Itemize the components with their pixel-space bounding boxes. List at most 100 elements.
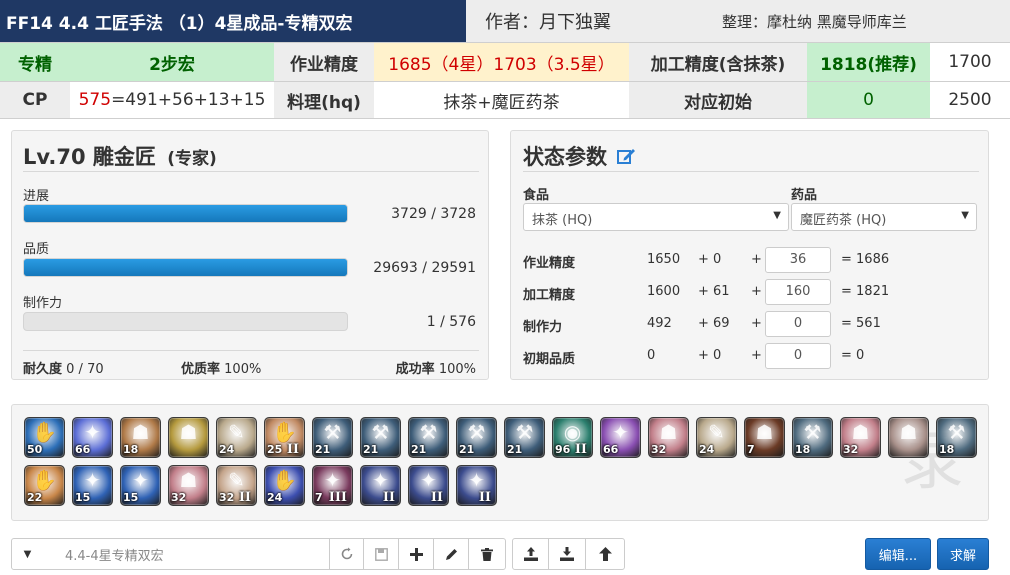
action-3[interactable]: ☗ 18 <box>120 417 161 458</box>
action-icon: ☗ <box>179 420 198 444</box>
action-10[interactable]: ⚒ 21 <box>456 417 497 458</box>
param-input[interactable]: 36 <box>765 247 831 273</box>
action-5[interactable]: ✎ 24 <box>216 417 257 458</box>
action-icon: ◉ <box>563 420 582 444</box>
action-icon: ✋ <box>32 468 57 492</box>
action-icon: ⚒ <box>371 420 390 444</box>
action-icon: ✦ <box>132 468 149 492</box>
cp-breakdown: =491+56+13+15 <box>111 90 266 110</box>
action-30[interactable]: ✦ II <box>456 465 497 506</box>
progress-bar <box>23 204 348 223</box>
action-28[interactable]: ✦ II <box>360 465 401 506</box>
action-19[interactable]: ☗ <box>888 417 929 458</box>
action-17[interactable]: ⚒ 18 <box>792 417 833 458</box>
action-icon: ⚒ <box>515 420 534 444</box>
control-recommended: 1818(推荐) <box>807 43 930 81</box>
edit-button[interactable]: 编辑... <box>865 538 931 570</box>
save-button[interactable] <box>363 538 399 570</box>
param-input[interactable]: 0 <box>765 343 831 369</box>
action-12[interactable]: ◉ 96 II <box>552 417 593 458</box>
action-level: 15 <box>123 491 139 504</box>
caret-down-icon: ▼ <box>773 210 781 221</box>
action-15[interactable]: ✎ 24 <box>696 417 737 458</box>
action-22[interactable]: ✦ 15 <box>72 465 113 506</box>
export-button[interactable] <box>512 538 549 570</box>
action-24[interactable]: ☗ 32 <box>168 465 209 506</box>
import-button[interactable] <box>548 538 586 570</box>
param-label: 加工精度 <box>523 288 576 303</box>
action-tier: II <box>574 442 587 457</box>
action-4[interactable]: ☗ <box>168 417 209 458</box>
add-button[interactable] <box>398 538 434 570</box>
quality-bar-fill <box>24 259 347 276</box>
durability-value: 0 / 70 <box>66 362 104 377</box>
param-input[interactable]: 0 <box>765 311 831 337</box>
action-2[interactable]: ✦ 66 <box>72 417 113 458</box>
action-level: 24 <box>219 443 235 456</box>
action-6[interactable]: ✋ 25 II <box>264 417 305 458</box>
action-7[interactable]: ⚒ 21 <box>312 417 353 458</box>
cp-label: 制作力 <box>23 296 63 311</box>
cp-value: 1 / 576 <box>426 314 476 330</box>
param-plus: + <box>751 348 762 363</box>
action-20[interactable]: ⚒ 18 <box>936 417 977 458</box>
edit-macro-button[interactable] <box>433 538 469 570</box>
craftsmanship-value: 1685（4星）1703（3.5星） <box>374 43 629 81</box>
param-bonus: + 69 <box>698 316 730 331</box>
action-level: 21 <box>507 443 523 456</box>
job-title: Lv.70 雕金匠 (专家) <box>23 141 217 171</box>
action-icon: ✦ <box>372 468 389 492</box>
param-input[interactable]: 160 <box>765 279 831 305</box>
param-bonus: + 0 <box>698 252 722 267</box>
medicine-select-value: 魔匠药茶 (HQ) <box>800 213 887 228</box>
divider <box>23 171 479 172</box>
edit-icon[interactable] <box>616 146 636 166</box>
action-21[interactable]: ✋ 22 <box>24 465 65 506</box>
caret-down-icon: ▼ <box>961 210 969 221</box>
action-9[interactable]: ⚒ 21 <box>408 417 449 458</box>
craft-status-panel: Lv.70 雕金匠 (专家) 进展 3729 / 3728 品质 29693 /… <box>11 130 489 380</box>
action-level: 15 <box>75 491 91 504</box>
macro-name-input[interactable]: 4.4-4星专精双宏 <box>43 538 330 570</box>
job-name: Lv.70 雕金匠 <box>23 145 156 169</box>
solve-button[interactable]: 求解 <box>937 538 989 570</box>
action-level: 24 <box>699 443 715 456</box>
action-29[interactable]: ✦ II <box>408 465 449 506</box>
move-up-button[interactable] <box>585 538 625 570</box>
trash-icon <box>481 547 493 561</box>
action-18[interactable]: ☗ 32 <box>840 417 881 458</box>
hq-rate-label: 优质率 <box>181 362 221 377</box>
macro-dropdown-button[interactable]: ▼ <box>11 538 44 570</box>
action-level: 32 <box>171 491 187 504</box>
medicine-select[interactable]: 魔匠药茶 (HQ) ▼ <box>791 203 977 231</box>
success-rate-value: 100% <box>438 362 476 377</box>
action-23[interactable]: ✦ 15 <box>120 465 161 506</box>
action-25[interactable]: ✎ 32 II <box>216 465 257 506</box>
action-26[interactable]: ✋ 24 <box>264 465 305 506</box>
action-13[interactable]: ✦ 66 <box>600 417 641 458</box>
food-value: 抹茶+魔匠药茶 <box>443 92 560 113</box>
action-11[interactable]: ⚒ 21 <box>504 417 545 458</box>
action-level: 18 <box>795 443 811 456</box>
action-16[interactable]: ☗ 7 <box>744 417 785 458</box>
quality-bar <box>23 258 348 277</box>
undo-button[interactable] <box>329 538 364 570</box>
medicine-label: 药品 <box>791 188 818 203</box>
food-label: 料理(hq) <box>274 82 374 118</box>
param-base: 1600 <box>647 284 681 299</box>
param-result: = 0 <box>841 348 865 363</box>
header-row-stats: 专精 2步宏 作业精度 1685（4星）1703（3.5星） 加工精度(含抹茶)… <box>0 43 1010 81</box>
action-8[interactable]: ⚒ 21 <box>360 417 401 458</box>
action-1[interactable]: ✋ 50 <box>24 417 65 458</box>
action-icon: ☗ <box>755 420 774 444</box>
action-14[interactable]: ☗ 32 <box>648 417 689 458</box>
initial-label: 对应初始 <box>629 82 807 118</box>
cp-label: CP <box>0 82 70 118</box>
param-plus: + <box>751 252 762 267</box>
delete-button[interactable] <box>468 538 506 570</box>
action-tier: III <box>328 490 347 505</box>
quality-label: 品质 <box>23 242 50 257</box>
food-select[interactable]: 抹茶 (HQ) ▼ <box>523 203 789 231</box>
action-27[interactable]: ✦ 7 III <box>312 465 353 506</box>
action-icon: ☗ <box>899 420 918 444</box>
